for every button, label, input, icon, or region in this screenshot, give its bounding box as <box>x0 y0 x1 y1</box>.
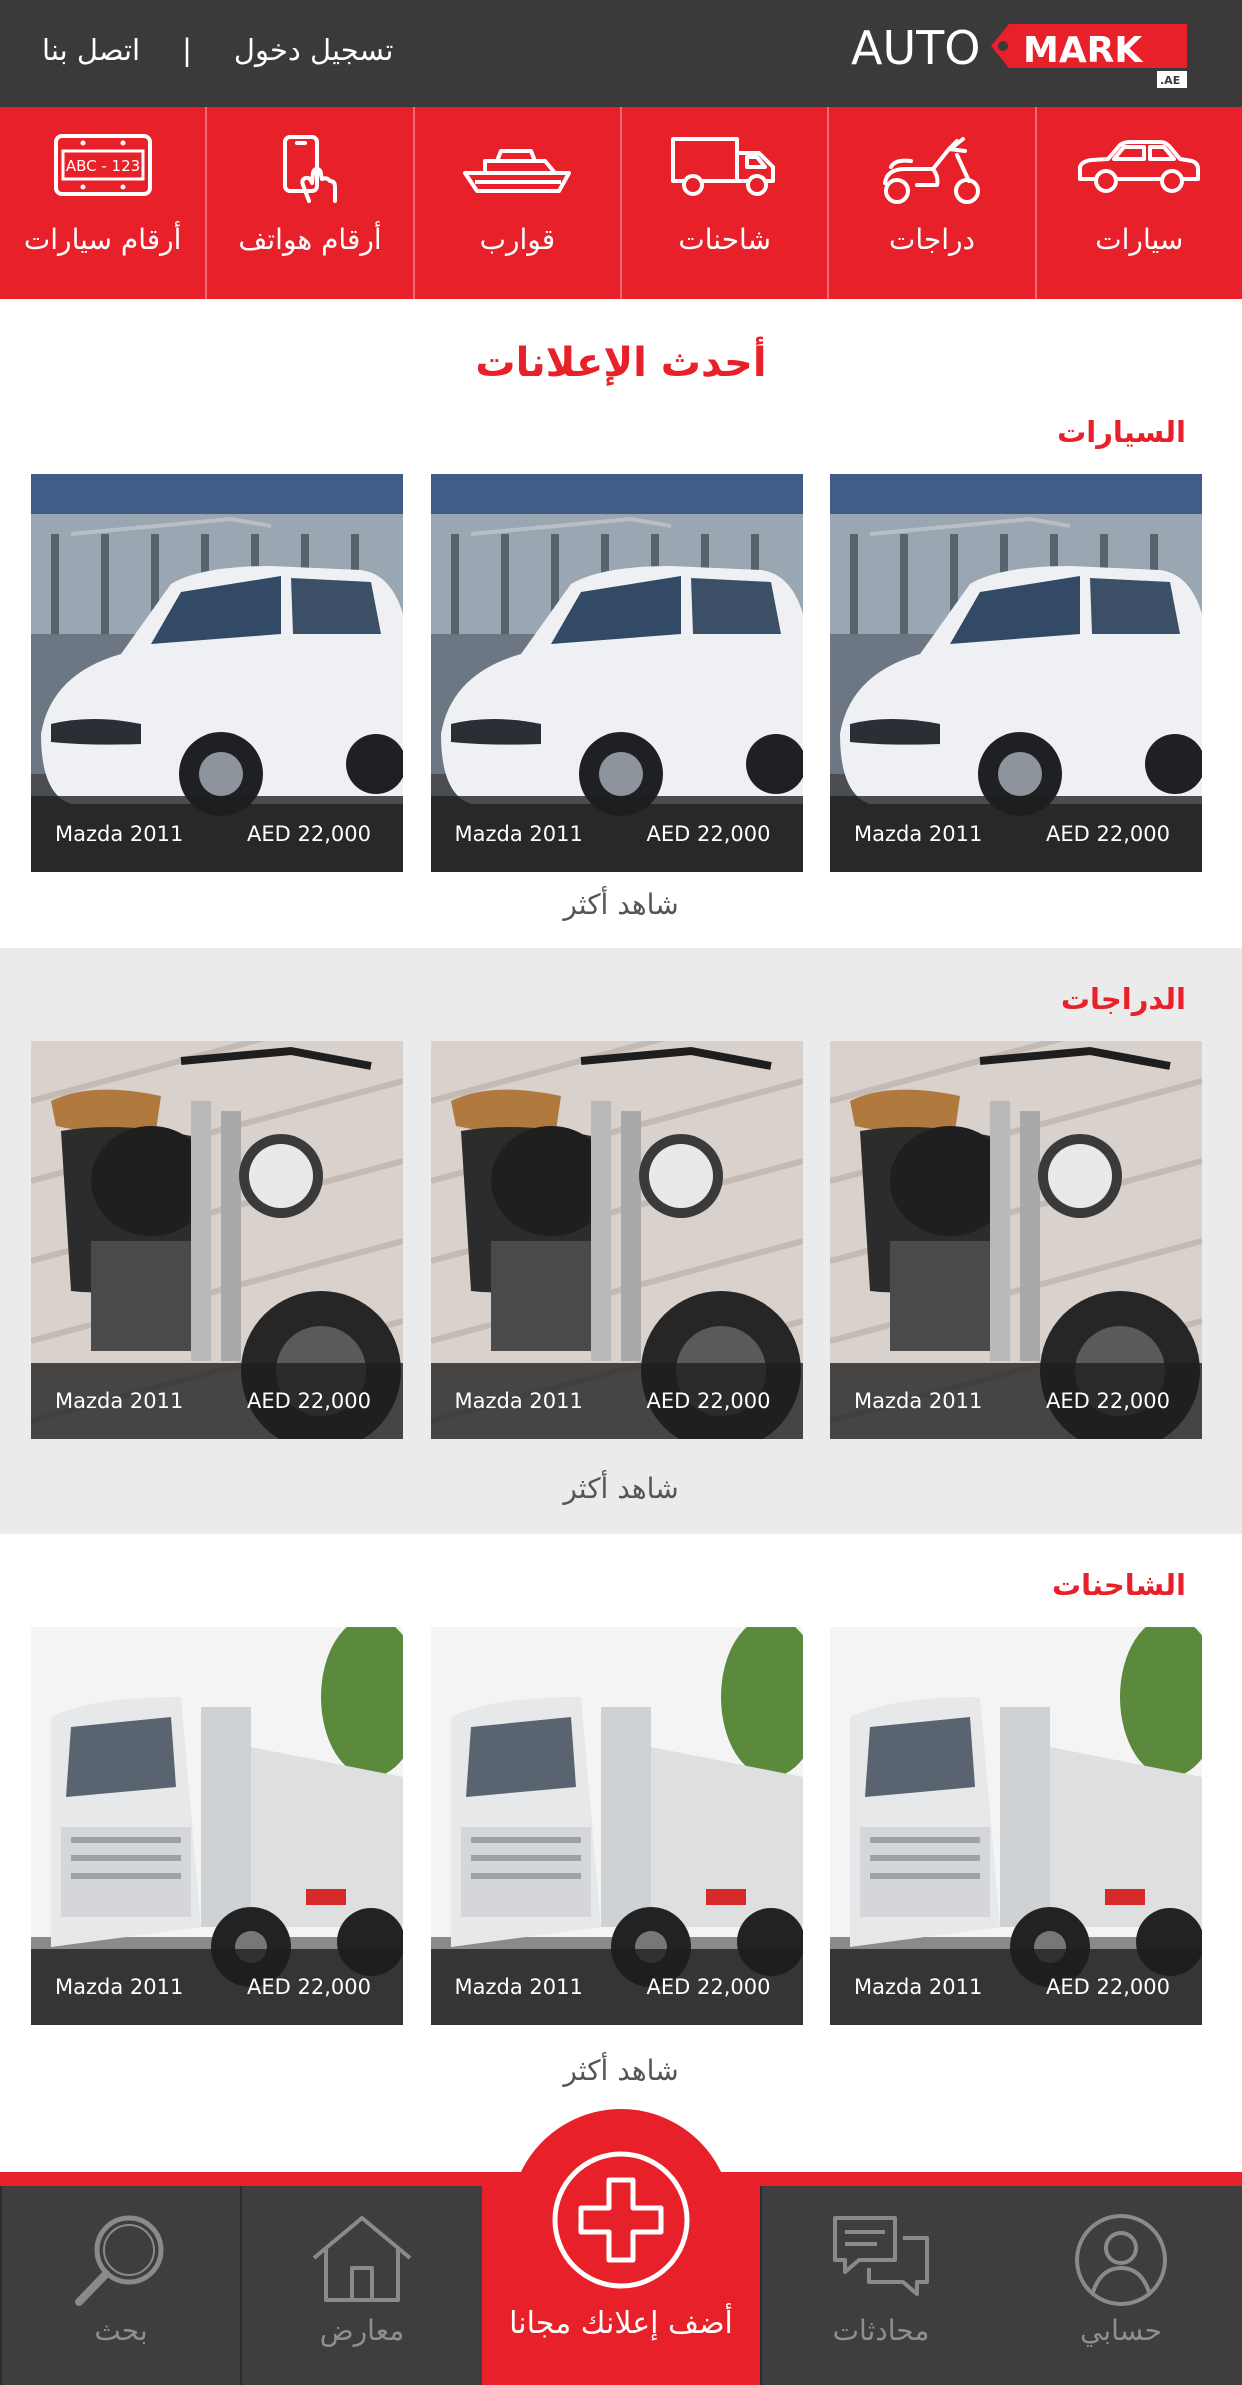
plate-icon: ABC - 123 <box>53 134 152 196</box>
see-more-link[interactable]: شاهد أكثر <box>0 888 1242 921</box>
nav-search[interactable]: بحث <box>0 2186 240 2385</box>
nav-my-account[interactable]: حسابي <box>1000 2186 1242 2385</box>
listing-price: AED 22,000 <box>1046 1975 1170 1999</box>
nav-label: بحث <box>94 2314 148 2347</box>
listing-card[interactable]: Mazda 2011 AED 22,000 <box>830 1041 1202 1439</box>
listing-name: Mazda 2011 <box>55 1389 184 1413</box>
category-trucks[interactable]: شاحنات <box>620 107 827 299</box>
section-title: السيارات <box>1057 415 1186 449</box>
logo-text-suffix: .AE <box>1160 74 1180 87</box>
listing-price: AED 22,000 <box>247 1975 371 1999</box>
category-plate-numbers[interactable]: ABC - 123 أرقام سيارات <box>0 107 205 299</box>
listing-caption: Mazda 2011 AED 22,000 <box>430 1949 803 2025</box>
category-bar: سيارات دراجات شاحنات قوارب أرقام هواتف A… <box>0 107 1242 299</box>
header-links: تسجيل دخول | اتصل بنا <box>42 0 393 100</box>
section-trucks: الشاحنات Mazda 2011 AED 22,000 Mazda 201… <box>0 1534 1242 2094</box>
listing-caption: Mazda 2011 AED 22,000 <box>830 1949 1202 2025</box>
listing-price: AED 22,000 <box>646 1975 771 1999</box>
nav-label: معارض <box>319 2314 405 2347</box>
listing-price: AED 22,000 <box>646 822 771 846</box>
top-header: تسجيل دخول | اتصل بنا AUTO MARK .AE <box>0 0 1242 107</box>
category-boats[interactable]: قوارب <box>412 107 620 299</box>
listing-name: Mazda 2011 <box>55 822 184 846</box>
listing-price: AED 22,000 <box>1046 822 1170 846</box>
plate-text: ABC - 123 <box>66 157 140 175</box>
listing-row: Mazda 2011 AED 22,000 Mazda 2011 AED 22,… <box>31 1627 1202 2025</box>
category-label: شاحنات <box>678 223 771 256</box>
see-more-link[interactable]: شاهد أكثر <box>0 1472 1242 1505</box>
section-title: الشاحنات <box>1052 1568 1186 1602</box>
category-label: دراجات <box>889 223 975 256</box>
listing-name: Mazda 2011 <box>854 1975 983 1999</box>
scooter-icon <box>883 137 980 204</box>
page-title: أحدث الإعلانات <box>475 340 767 386</box>
listing-card[interactable]: Mazda 2011 AED 22,000 <box>31 1041 403 1439</box>
category-phone-numbers[interactable]: أرقام هواتف <box>205 107 412 299</box>
automark-logo[interactable]: AUTO MARK .AE <box>851 16 1196 92</box>
listing-row: Mazda 2011 AED 22,000 Mazda 2011 AED 22,… <box>31 474 1202 872</box>
listing-card[interactable]: Mazda 2011 AED 22,000 <box>31 474 403 872</box>
listing-card[interactable]: Mazda 2011 AED 22,000 <box>430 1627 803 2025</box>
category-cars[interactable]: سيارات <box>1034 107 1242 299</box>
login-link[interactable]: تسجيل دخول <box>234 33 394 67</box>
logo-text-mark: MARK <box>1023 30 1143 71</box>
listing-price: AED 22,000 <box>247 1389 371 1413</box>
listing-price: AED 22,000 <box>646 1389 771 1413</box>
boat-icon <box>463 149 572 193</box>
category-label: أرقام هواتف <box>238 223 382 256</box>
listing-name: Mazda 2011 <box>854 1389 983 1413</box>
listing-caption: Mazda 2011 AED 22,000 <box>31 1949 403 2025</box>
listing-card[interactable]: Mazda 2011 AED 22,000 <box>430 474 803 872</box>
chat-icon <box>833 2216 929 2296</box>
listing-row: Mazda 2011 AED 22,000 Mazda 2011 AED 22,… <box>31 1041 1202 1439</box>
see-more-link[interactable]: شاهد أكثر <box>0 2054 1242 2087</box>
category-label: أرقام سيارات <box>23 223 182 256</box>
listing-name: Mazda 2011 <box>55 1975 184 1999</box>
category-label: قوارب <box>479 223 556 256</box>
header-separator: | <box>182 33 192 67</box>
contact-link[interactable]: اتصل بنا <box>42 33 140 67</box>
search-icon <box>75 2215 164 2306</box>
home-icon <box>312 2216 412 2302</box>
nav-showrooms[interactable]: معارض <box>240 2186 482 2385</box>
listing-caption: Mazda 2011 AED 22,000 <box>830 796 1202 872</box>
listing-caption: Mazda 2011 AED 22,000 <box>830 1363 1202 1439</box>
listing-caption: Mazda 2011 AED 22,000 <box>31 796 403 872</box>
listing-caption: Mazda 2011 AED 22,000 <box>430 1363 803 1439</box>
listing-caption: Mazda 2011 AED 22,000 <box>430 796 803 872</box>
category-label: سيارات <box>1095 223 1184 256</box>
nav-chats[interactable]: محادثات <box>760 2186 1000 2385</box>
nav-label: محادثات <box>832 2314 930 2347</box>
category-bikes[interactable]: دراجات <box>827 107 1034 299</box>
nav-label: أضف إعلانك مجانا <box>509 2306 733 2341</box>
logo-text-auto: AUTO <box>851 21 980 75</box>
section-bikes: الدراجات Mazda 2011 AED 22,000 Mazda 201… <box>0 948 1242 1534</box>
plus-icon[interactable] <box>551 2150 691 2290</box>
listing-name: Mazda 2011 <box>854 822 983 846</box>
truck-icon <box>670 137 775 196</box>
car-icon <box>1078 140 1201 193</box>
nav-label: حسابي <box>1080 2314 1162 2347</box>
user-icon <box>1075 2214 1167 2306</box>
listing-name: Mazda 2011 <box>454 1389 583 1413</box>
listing-card[interactable]: Mazda 2011 AED 22,000 <box>31 1627 403 2025</box>
listing-name: Mazda 2011 <box>454 1975 583 1999</box>
listing-caption: Mazda 2011 AED 22,000 <box>31 1363 403 1439</box>
listing-name: Mazda 2011 <box>454 822 583 846</box>
listing-price: AED 22,000 <box>1046 1389 1170 1413</box>
listing-price: AED 22,000 <box>247 822 371 846</box>
listing-card[interactable]: Mazda 2011 AED 22,000 <box>430 1041 803 1439</box>
listing-card[interactable]: Mazda 2011 AED 22,000 <box>830 474 1202 872</box>
phone-icon <box>283 135 338 203</box>
listing-card[interactable]: Mazda 2011 AED 22,000 <box>830 1627 1202 2025</box>
section-title: الدراجات <box>1060 982 1186 1016</box>
section-cars: السيارات Mazda 2011 AED 22,000 Mazda 201… <box>0 400 1242 948</box>
